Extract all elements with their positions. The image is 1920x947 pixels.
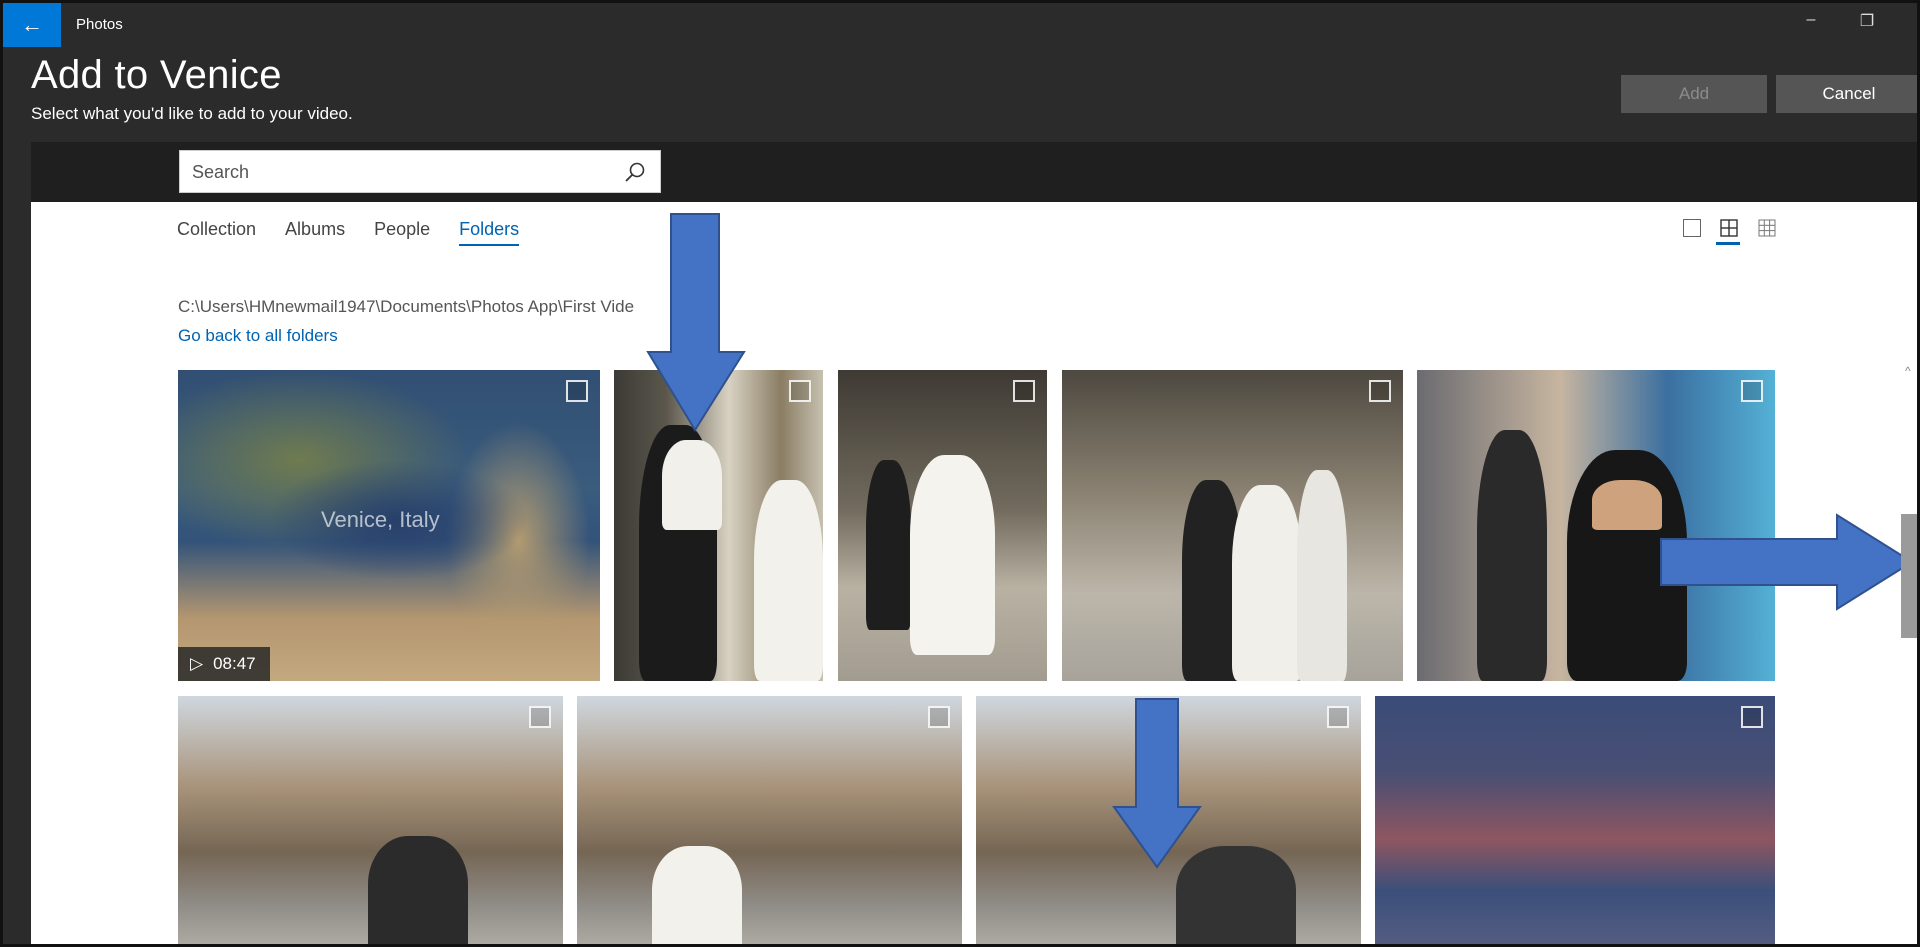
scrollbar-thumb[interactable]: [1901, 514, 1917, 638]
content-area: Collection Albums People Folders C:\User…: [31, 202, 1917, 944]
photo-subject: [368, 836, 468, 944]
select-checkbox[interactable]: [529, 706, 551, 728]
map-label: Venice, Italy: [321, 507, 440, 532]
cancel-button[interactable]: Cancel: [1776, 75, 1917, 113]
search-bar-area: [31, 142, 1917, 202]
photo-subject: [754, 480, 823, 681]
photo-tile-grand-canal[interactable]: [1375, 696, 1775, 944]
add-button[interactable]: Add: [1621, 75, 1767, 113]
annotation-arrow-down: [646, 213, 746, 432]
photo-subject: [652, 846, 742, 944]
annotation-arrow-down: [1112, 698, 1202, 869]
photo-subject: [1232, 485, 1302, 681]
photo-tile-basilica-1[interactable]: [178, 696, 563, 944]
tab-bar: Collection Albums People Folders: [177, 219, 548, 246]
large-tile-icon[interactable]: [1683, 219, 1701, 237]
photo-subject: [662, 440, 722, 530]
medium-tile-icon[interactable]: [1720, 219, 1738, 237]
photo-subject: [1592, 480, 1662, 530]
close-button[interactable]: ✕: [1903, 11, 1917, 31]
select-checkbox[interactable]: [1369, 380, 1391, 402]
select-checkbox[interactable]: [1741, 706, 1763, 728]
back-button[interactable]: ←: [3, 3, 61, 47]
play-icon: ▷: [190, 654, 204, 673]
annotation-arrow-right: [1660, 513, 1914, 611]
select-checkbox[interactable]: [1327, 706, 1349, 728]
tab-folders[interactable]: Folders: [459, 219, 520, 246]
minimize-button[interactable]: –: [1791, 11, 1831, 29]
page-title: Add to Venice: [31, 53, 282, 97]
app-title: Photos: [76, 16, 123, 33]
select-checkbox[interactable]: [1013, 380, 1035, 402]
active-view-indicator: [1716, 242, 1740, 245]
small-tile-icon[interactable]: [1758, 219, 1776, 237]
select-checkbox[interactable]: [789, 380, 811, 402]
photo-subject: [910, 455, 995, 655]
search-icon[interactable]: [624, 161, 646, 183]
select-checkbox[interactable]: [928, 706, 950, 728]
photo-subject: [866, 460, 911, 630]
video-duration-badge: ▷ 08:47: [178, 647, 270, 681]
back-to-folders-link[interactable]: Go back to all folders: [178, 326, 338, 346]
photo-tile-basilica-2[interactable]: [577, 696, 962, 944]
page-subtitle: Select what you'd like to add to your vi…: [31, 104, 353, 123]
tab-albums[interactable]: Albums: [285, 219, 345, 246]
photo-tile-wedding-couple[interactable]: [1062, 370, 1403, 681]
select-checkbox[interactable]: [1741, 380, 1763, 402]
restore-button[interactable]: ❐: [1847, 11, 1887, 31]
select-checkbox[interactable]: [566, 380, 588, 402]
scroll-up-icon[interactable]: ^: [1905, 364, 1911, 378]
search-box[interactable]: [179, 150, 661, 193]
title-bar: ← Photos – ❐ ✕: [3, 3, 1917, 47]
tab-collection[interactable]: Collection: [177, 219, 256, 246]
photo-tile-bride-and-groom[interactable]: [838, 370, 1047, 681]
folder-path: C:\Users\HMnewmail1947\Documents\Photos …: [178, 297, 635, 316]
back-arrow-icon: ←: [21, 12, 43, 37]
photo-subject: [1477, 430, 1547, 681]
photo-subject: [1297, 470, 1347, 681]
video-duration: 08:47: [213, 654, 256, 673]
search-input[interactable]: [192, 161, 612, 183]
tab-people[interactable]: People: [374, 219, 430, 246]
photos-window: ← Photos – ❐ ✕ Add to Venice Select what…: [0, 0, 1920, 947]
video-tile[interactable]: Venice, Italy ▷ 08:47: [178, 370, 600, 681]
